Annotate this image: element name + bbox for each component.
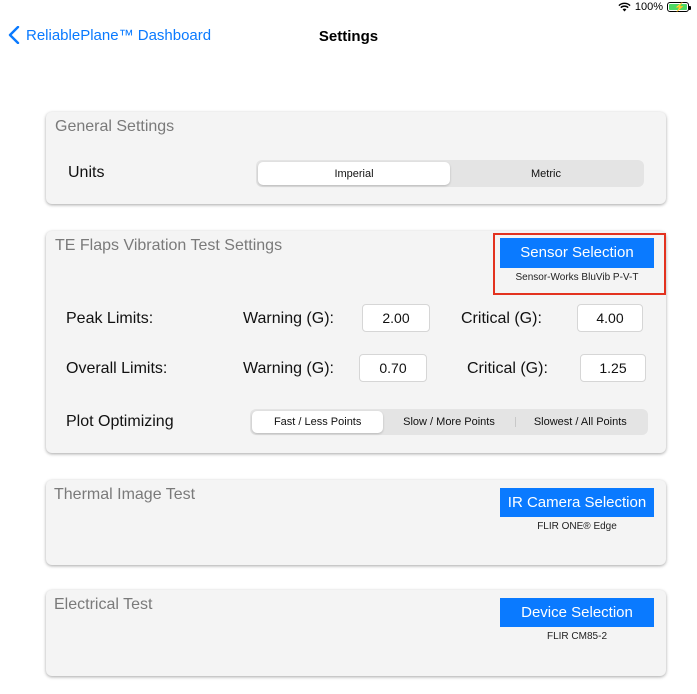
units-option-imperial[interactable]: Imperial xyxy=(258,162,450,185)
thermal-image-title: Thermal Image Test xyxy=(54,486,196,503)
plot-optimizing-label: Plot Optimizing xyxy=(66,413,174,430)
battery-percent: 100% xyxy=(634,1,663,13)
wifi-icon xyxy=(618,2,631,12)
general-settings-title: General Settings xyxy=(55,118,175,135)
plot-option-slowest[interactable]: Slowest / All Points xyxy=(514,411,646,433)
sensor-name: Sensor-Works BluVib P-V-T xyxy=(515,272,639,283)
overall-warning-label: Warning (G): xyxy=(243,360,334,377)
general-settings-card: General Settings Units Imperial Metric xyxy=(46,112,666,204)
units-option-metric[interactable]: Metric xyxy=(450,162,642,185)
peak-critical-label: Critical (G): xyxy=(461,310,542,327)
ir-camera-selection-button[interactable]: IR Camera Selection xyxy=(500,488,654,517)
electrical-device-name: FLIR CM85-2 xyxy=(546,631,607,642)
thermal-image-card: Thermal Image Test IR Camera Selection F… xyxy=(46,480,666,565)
electrical-test-card: Electrical Test Device Selection FLIR CM… xyxy=(46,590,666,676)
peak-limits-label: Peak Limits: xyxy=(66,310,154,327)
peak-warning-field[interactable]: 2.00 xyxy=(362,304,430,332)
peak-warning-label: Warning (G): xyxy=(243,310,334,327)
overall-limits-label: Overall Limits: xyxy=(66,360,168,377)
back-button-label: ReliablePlane™ Dashboard xyxy=(26,26,212,44)
plot-option-fast[interactable]: Fast / Less Points xyxy=(252,411,384,433)
battery-icon: ⚡ xyxy=(667,2,691,12)
device-selection-button[interactable]: Device Selection xyxy=(500,598,654,627)
overall-critical-field[interactable]: 1.25 xyxy=(580,354,646,382)
sensor-selection-button[interactable]: Sensor Selection xyxy=(500,238,654,268)
overall-warning-field[interactable]: 0.70 xyxy=(359,354,427,382)
back-button[interactable]: ReliablePlane™ Dashboard xyxy=(8,26,211,44)
plot-option-slow[interactable]: Slow / More Points xyxy=(383,411,514,433)
peak-critical-field[interactable]: 4.00 xyxy=(577,304,643,332)
te-flaps-title: TE Flaps Vibration Test Settings xyxy=(55,237,283,254)
units-label: Units xyxy=(68,164,105,181)
electrical-test-title: Electrical Test xyxy=(54,596,153,613)
status-bar: 100% ⚡ xyxy=(618,0,691,14)
ir-camera-name: FLIR ONE® Edge xyxy=(537,521,617,532)
chevron-left-icon xyxy=(8,26,20,44)
te-flaps-card: TE Flaps Vibration Test Settings Sensor … xyxy=(46,231,666,453)
navigation-bar: ReliablePlane™ Dashboard Settings xyxy=(0,26,697,50)
overall-critical-label: Critical (G): xyxy=(467,360,548,377)
plot-optimizing-segmented-control: Fast / Less Points Slow / More Points Sl… xyxy=(250,409,648,435)
units-segmented-control: Imperial Metric xyxy=(256,160,644,187)
